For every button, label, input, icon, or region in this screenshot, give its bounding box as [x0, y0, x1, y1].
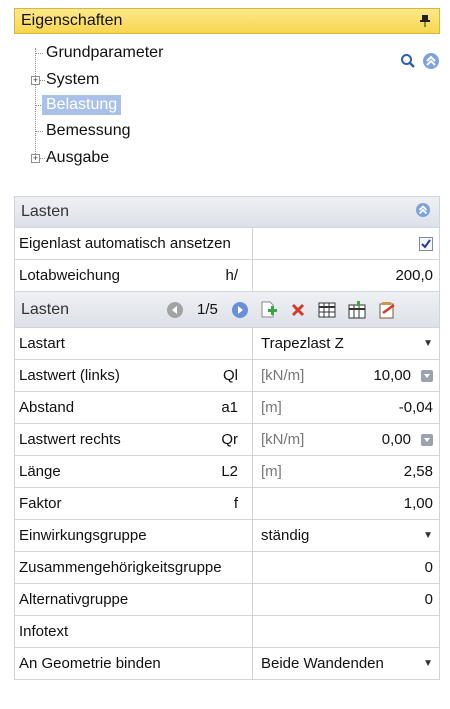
loads-toolbar: Lasten 1/5: [14, 292, 440, 328]
row-label: Infotext: [19, 623, 69, 640]
laenge-value[interactable]: 2,58: [337, 463, 433, 480]
geometrie-binden-select[interactable]: Beide Wandenden ▼: [253, 648, 439, 679]
row-label: Lastwert (links): [19, 367, 120, 384]
row-symbol: Qr: [221, 431, 238, 448]
chevron-down-icon[interactable]: ▼: [417, 658, 433, 669]
row-symbol: f: [233, 495, 238, 512]
row-einwirkungsgruppe: Einwirkungsgruppe ständig ▼: [14, 520, 440, 552]
loads-counter: 1/5: [197, 301, 218, 318]
search-icon[interactable]: [400, 53, 416, 73]
properties-title-bar: Eigenschaften: [14, 8, 440, 34]
row-unit: [kN/m]: [261, 367, 305, 384]
tree-item-label: Grundparameter: [46, 44, 164, 61]
tree-item-grundparameter[interactable]: Grundparameter: [42, 42, 167, 64]
row-unit: [m]: [261, 399, 282, 416]
notes-icon[interactable]: [378, 301, 396, 319]
tree-item-label: Bemessung: [46, 122, 131, 139]
loads-title: Lasten: [21, 300, 70, 318]
property-grid: Lasten Eigenlast automatisch ansetzen Lo…: [14, 196, 440, 680]
chevron-down-icon[interactable]: ▼: [417, 530, 433, 541]
section-header-lasten[interactable]: Lasten: [14, 196, 440, 228]
lastwert-rechts-value[interactable]: 0,00: [337, 431, 411, 448]
row-eigenlast: Eigenlast automatisch ansetzen: [14, 228, 440, 260]
einwirkungsgruppe-select[interactable]: ständig ▼: [253, 520, 439, 551]
row-lotabweichung: Lotabweichung h/ 200,0: [14, 260, 440, 292]
tree-item-label: Ausgabe: [46, 149, 110, 166]
row-alternativgruppe: Alternativgruppe 0: [14, 584, 440, 616]
table-icon[interactable]: [318, 301, 336, 319]
row-label: Lotabweichung: [19, 267, 120, 284]
tree-toolbar: [400, 52, 440, 74]
tree-item-belastung[interactable]: Belastung: [42, 94, 122, 116]
expand-system-icon[interactable]: +: [31, 76, 40, 85]
row-symbol: a1: [221, 399, 238, 416]
row-infotext: Infotext: [14, 616, 440, 648]
row-label: Zusammengehörigkeitsgruppe: [19, 559, 222, 576]
section-title: Lasten: [21, 203, 70, 220]
collapse-icon[interactable]: [422, 52, 440, 74]
einwirkungsgruppe-value: ständig: [261, 527, 310, 544]
pin-icon[interactable]: [419, 14, 431, 28]
row-symbol: h/: [225, 267, 238, 284]
row-label: Länge: [19, 463, 61, 480]
prev-icon[interactable]: [167, 301, 183, 318]
row-geometrie-binden: An Geometrie binden Beide Wandenden ▼: [14, 648, 440, 680]
row-symbol: Ql: [223, 367, 238, 384]
row-label: Eigenlast automatisch ansetzen: [19, 235, 231, 252]
row-laenge: Länge L2 [m] 2,58: [14, 456, 440, 488]
row-lastart: Lastart Trapezlast Z ▼: [14, 328, 440, 360]
panel-title: Eigenschaften: [21, 12, 123, 29]
abstand-value[interactable]: -0,04: [337, 399, 433, 416]
row-unit: [m]: [261, 463, 282, 480]
row-symbol: L2: [221, 463, 238, 480]
lastwert-links-value[interactable]: 10,00: [337, 367, 411, 384]
expand-ausgabe-icon[interactable]: +: [31, 154, 40, 163]
delete-icon[interactable]: [290, 302, 306, 318]
navigation-tree: + + Grundparameter System Belastung Beme…: [22, 38, 442, 178]
spinner-icon[interactable]: [421, 369, 433, 382]
add-icon[interactable]: [260, 301, 278, 319]
zusammengehoerigkeitsgruppe-value[interactable]: 0: [261, 559, 433, 576]
spinner-icon[interactable]: [421, 433, 433, 446]
next-icon[interactable]: [231, 301, 248, 318]
row-lastwert-links: Lastwert (links) Ql [kN/m] 10,00: [14, 360, 440, 392]
geometrie-binden-value: Beide Wandenden: [261, 655, 384, 672]
row-abstand: Abstand a1 [m] -0,04: [14, 392, 440, 424]
row-zusammengehoerigkeitsgruppe: Zusammengehörigkeitsgruppe 0: [14, 552, 440, 584]
row-unit: [kN/m]: [261, 431, 305, 448]
eigenlast-checkbox[interactable]: [419, 236, 433, 251]
row-lastwert-rechts: Lastwert rechts Qr [kN/m] 0,00: [14, 424, 440, 456]
tree-item-system[interactable]: System: [42, 69, 103, 91]
alternativgruppe-value[interactable]: 0: [261, 591, 433, 608]
collapse-section-icon[interactable]: [415, 202, 431, 222]
table-edit-icon[interactable]: [348, 300, 366, 319]
row-label: Alternativgruppe: [19, 591, 129, 608]
row-label: An Geometrie binden: [19, 655, 161, 672]
tree-item-label: Belastung: [42, 95, 122, 115]
row-label: Einwirkungsgruppe: [19, 527, 147, 544]
row-label: Abstand: [19, 399, 75, 416]
tree-item-bemessung[interactable]: Bemessung: [42, 120, 135, 142]
chevron-down-icon[interactable]: ▼: [417, 338, 433, 349]
tree-item-label: System: [46, 71, 100, 88]
lotabweichung-value[interactable]: 200,0: [261, 267, 433, 284]
row-label: Lastwert rechts: [19, 431, 121, 448]
row-label: Lastart: [19, 335, 65, 352]
lastart-value: Trapezlast Z: [261, 335, 344, 352]
lastart-select[interactable]: Trapezlast Z ▼: [253, 328, 439, 359]
faktor-value[interactable]: 1,00: [261, 495, 433, 512]
row-label: Faktor: [19, 495, 62, 512]
tree-item-ausgabe[interactable]: Ausgabe: [42, 147, 113, 169]
row-faktor: Faktor f 1,00: [14, 488, 440, 520]
